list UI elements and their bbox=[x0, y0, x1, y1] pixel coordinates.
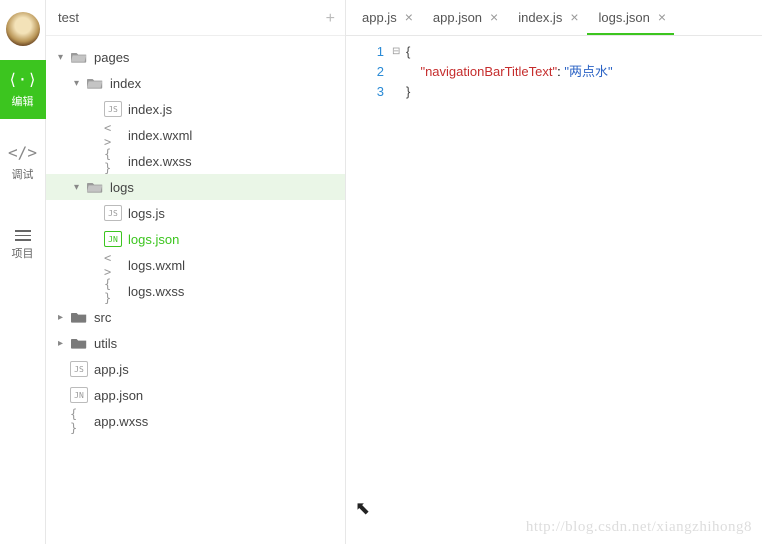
tree-node-index-wxss[interactable]: ▸{ }index.wxss bbox=[46, 148, 345, 174]
code-line: { bbox=[406, 42, 762, 62]
tree-node-logs-wxml[interactable]: ▸< >logs.wxml bbox=[46, 252, 345, 278]
tab-label: logs.json bbox=[599, 10, 650, 25]
tree-node-logs-js[interactable]: ▸JSlogs.js bbox=[46, 200, 345, 226]
folder-icon bbox=[86, 179, 104, 195]
fold-toggle[interactable]: ⊟ bbox=[392, 42, 406, 62]
tree-node-label: logs.wxss bbox=[128, 284, 184, 299]
wxml-file-icon: < > bbox=[104, 257, 122, 273]
code-line: "navigationBarTitleText": "两点水" bbox=[406, 62, 762, 82]
rail-project-label: 项目 bbox=[12, 245, 34, 261]
tree-node-app-json[interactable]: ▸JNapp.json bbox=[46, 382, 345, 408]
tree-node-label: index.wxml bbox=[128, 128, 192, 143]
tab-label: app.json bbox=[433, 10, 482, 25]
tree-node-app-wxss[interactable]: ▸{ }app.wxss bbox=[46, 408, 345, 434]
tab-label: app.js bbox=[362, 10, 397, 25]
close-icon[interactable]: × bbox=[405, 9, 413, 25]
chevron-down-icon[interactable]: ▾ bbox=[74, 182, 86, 193]
line-number: 2 bbox=[346, 62, 384, 82]
tree-node-label: app.js bbox=[94, 362, 129, 377]
tree-node-index-js[interactable]: ▸JSindex.js bbox=[46, 96, 345, 122]
debug-icon: </> bbox=[8, 143, 37, 162]
line-gutter: 1 2 3 bbox=[346, 42, 392, 544]
editor-tab-tab-app-json[interactable]: app.json × bbox=[421, 1, 506, 35]
js-file-icon: JS bbox=[104, 101, 122, 117]
tree-node-label: app.json bbox=[94, 388, 143, 403]
close-icon[interactable]: × bbox=[570, 9, 578, 25]
line-number: 3 bbox=[346, 82, 384, 102]
tree-node-label: index.wxss bbox=[128, 154, 192, 169]
chevron-down-icon[interactable]: ▾ bbox=[74, 78, 86, 89]
code-icon: ⟨·⟩ bbox=[8, 70, 37, 89]
wxss-file-icon: { } bbox=[104, 153, 122, 169]
tree-node-index-wxml[interactable]: ▸< >index.wxml bbox=[46, 122, 345, 148]
watermark: http://blog.csdn.net/xiangzhihong8 bbox=[526, 519, 752, 536]
tree-node-app-js[interactable]: ▸JSapp.js bbox=[46, 356, 345, 382]
chevron-down-icon[interactable]: ▾ bbox=[58, 52, 70, 63]
folder-icon bbox=[70, 335, 88, 351]
tree-node-label: index bbox=[110, 76, 141, 91]
editor-tab-tab-app-js[interactable]: app.js × bbox=[350, 1, 421, 35]
tree-node-logs[interactable]: ▾ logs bbox=[46, 174, 345, 200]
tree-node-logs-wxss[interactable]: ▸{ }logs.wxss bbox=[46, 278, 345, 304]
code-editor[interactable]: 1 2 3 ⊟ { "navigationBarTitleText": "两点水… bbox=[346, 36, 762, 544]
js-file-icon: JS bbox=[104, 205, 122, 221]
add-file-button[interactable]: + bbox=[326, 10, 335, 28]
project-name: test bbox=[58, 10, 79, 25]
tree-node-src[interactable]: ▸ src bbox=[46, 304, 345, 330]
tree-node-label: utils bbox=[94, 336, 117, 351]
code-lines: { "navigationBarTitleText": "两点水" } bbox=[406, 42, 762, 544]
avatar[interactable] bbox=[6, 12, 40, 46]
file-tree: ▾pages▾index▸JSindex.js▸< >index.wxml▸{ … bbox=[46, 36, 345, 544]
tree-node-label: src bbox=[94, 310, 111, 325]
tree-node-label: app.wxss bbox=[94, 414, 148, 429]
line-number: 1 bbox=[346, 42, 384, 62]
rail-debug-button[interactable]: </> 调试 bbox=[0, 133, 46, 192]
editor-tabs: app.js × app.json × index.js × logs.json × bbox=[346, 0, 762, 36]
tree-node-label: logs.json bbox=[128, 232, 179, 247]
rail-project-button[interactable]: 项目 bbox=[0, 220, 46, 271]
json-file-icon: JN bbox=[104, 231, 122, 247]
rail-edit-button[interactable]: ⟨·⟩ 编辑 bbox=[0, 60, 46, 119]
tree-node-label: logs.js bbox=[128, 206, 165, 221]
rail-debug-label: 调试 bbox=[12, 166, 34, 182]
editor-area: app.js × app.json × index.js × logs.json × 1 2 … bbox=[346, 0, 762, 544]
menu-icon bbox=[15, 230, 31, 241]
tree-node-pages[interactable]: ▾ pages bbox=[46, 44, 345, 70]
tree-node-label: index.js bbox=[128, 102, 172, 117]
editor-tab-tab-index-js[interactable]: index.js × bbox=[506, 1, 586, 35]
explorer-header: test + bbox=[46, 0, 345, 36]
json-file-icon: JN bbox=[70, 387, 88, 403]
code-line: } bbox=[406, 82, 762, 102]
chevron-right-icon[interactable]: ▸ bbox=[58, 312, 70, 323]
activity-bar: ⟨·⟩ 编辑 </> 调试 项目 bbox=[0, 0, 46, 544]
folder-icon bbox=[70, 49, 88, 65]
rail-edit-label: 编辑 bbox=[12, 93, 34, 109]
editor-tab-tab-logs-json[interactable]: logs.json × bbox=[587, 1, 675, 35]
tree-node-index[interactable]: ▾ index bbox=[46, 70, 345, 96]
tab-label: index.js bbox=[518, 10, 562, 25]
tree-node-label: pages bbox=[94, 50, 129, 65]
wxss-file-icon: { } bbox=[104, 283, 122, 299]
folder-icon bbox=[86, 75, 104, 91]
tree-node-logs-json[interactable]: ▸JNlogs.json bbox=[46, 226, 345, 252]
wxml-file-icon: < > bbox=[104, 127, 122, 143]
wxss-file-icon: { } bbox=[70, 413, 88, 429]
file-explorer: test + ▾ pages ▾ index ▸ JS index.js ▸ < > index.… bbox=[46, 0, 346, 544]
close-icon[interactable]: × bbox=[490, 9, 498, 25]
tree-node-label: logs.wxml bbox=[128, 258, 185, 273]
folder-icon bbox=[70, 309, 88, 325]
js-file-icon: JS bbox=[70, 361, 88, 377]
tree-node-label: logs bbox=[110, 180, 134, 195]
tree-node-utils[interactable]: ▸ utils bbox=[46, 330, 345, 356]
fold-gutter: ⊟ bbox=[392, 42, 406, 544]
close-icon[interactable]: × bbox=[658, 9, 666, 25]
chevron-right-icon[interactable]: ▸ bbox=[58, 338, 70, 349]
